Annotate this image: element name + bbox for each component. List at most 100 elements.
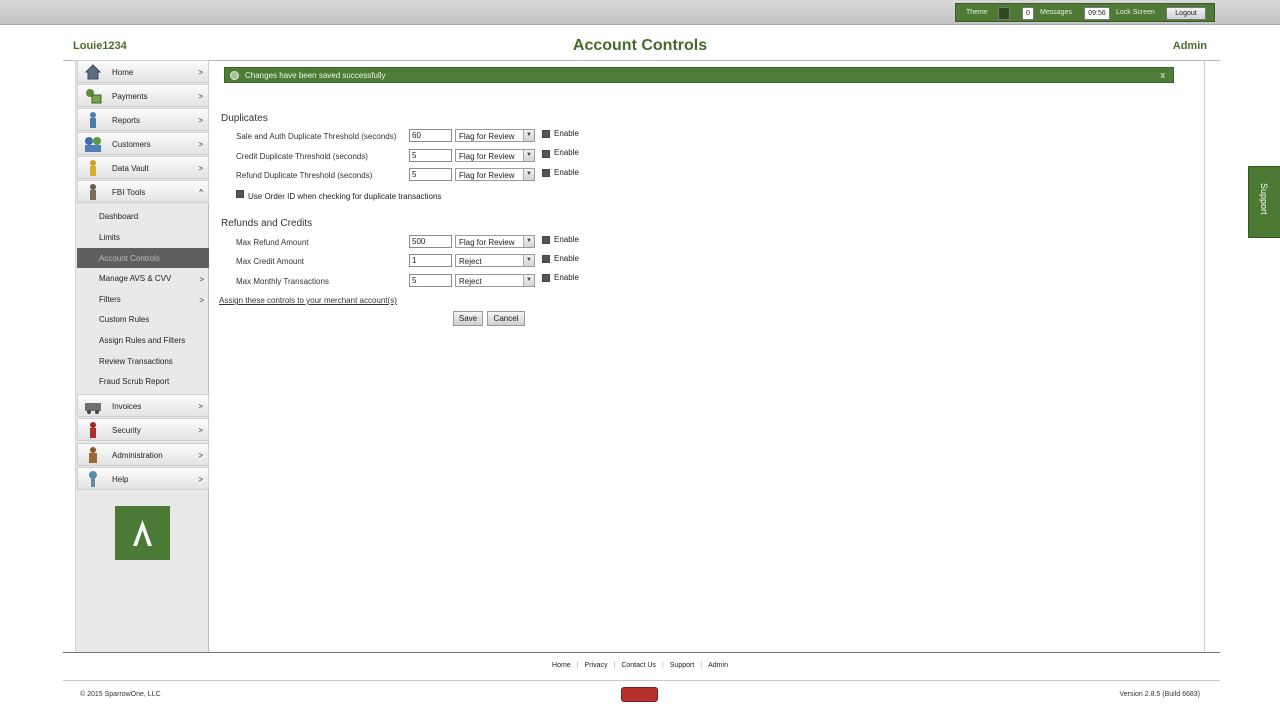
sidebar-subitem-custom-rules[interactable]: Custom Rules — [77, 309, 209, 329]
sidebar-item-label: Data Vault — [112, 164, 149, 173]
sale-auth-action-select[interactable]: Flag for Review ▼ — [455, 129, 535, 142]
sidebar-item-invoices[interactable]: Invoices > — [77, 394, 209, 417]
enable-label: Enable — [554, 254, 579, 263]
credit-threshold-input[interactable] — [409, 149, 452, 162]
sidebar-item-help[interactable]: Help > — [77, 467, 209, 490]
fbi-tools-icon — [90, 184, 96, 200]
sale-auth-threshold-input[interactable] — [409, 129, 452, 142]
use-order-id-checkbox[interactable] — [236, 190, 244, 198]
refund-threshold-label: Refund Duplicate Threshold (seconds) — [236, 171, 373, 180]
topbar-controls: Theme 0 Messages 09:56 Lock Screen Logou… — [955, 3, 1215, 22]
sidebar-subitem-label: Account Controls — [99, 254, 160, 263]
theme-swatch[interactable] — [998, 7, 1010, 20]
sidebar-subitem-account-controls[interactable]: Account Controls — [77, 248, 209, 268]
save-button[interactable]: Save — [453, 311, 483, 326]
refund-enable-checkbox[interactable] — [542, 169, 550, 177]
footer-link-privacy[interactable]: Privacy — [579, 662, 614, 669]
credit-action-select[interactable]: Flag for Review ▼ — [455, 149, 535, 162]
sidebar-subitem-review-transactions[interactable]: Review Transactions — [77, 351, 209, 371]
chevron-right-icon: > — [198, 475, 203, 484]
sidebar-subitem-dashboard[interactable]: Dashboard — [77, 206, 209, 226]
max-credit-action-select[interactable]: Reject ▼ — [455, 254, 535, 267]
chevron-down-icon: ▼ — [523, 169, 534, 180]
support-tab[interactable]: Support — [1248, 166, 1280, 238]
max-monthly-label: Max Monthly Transactions — [236, 277, 329, 286]
payments-icon — [86, 89, 102, 104]
sidebar-subitem-label: Dashboard — [99, 212, 139, 221]
sidebar-subitem-label: Fraud Scrub Report — [99, 377, 170, 386]
sidebar-subitem-label: Assign Rules and Filters — [99, 336, 186, 345]
sidebar-item-customers[interactable]: Customers > — [77, 132, 209, 155]
credit-enable-checkbox[interactable] — [542, 150, 550, 158]
close-icon[interactable]: x — [1161, 70, 1166, 80]
footer-link-home[interactable]: Home — [546, 662, 577, 669]
reports-icon — [90, 112, 96, 128]
sidebar-subitem-filters[interactable]: Filters > — [77, 289, 209, 309]
select-value: Flag for Review — [459, 152, 515, 161]
security-icon — [90, 422, 96, 438]
data-vault-icon — [90, 160, 96, 176]
footer-link-contact[interactable]: Contact Us — [615, 662, 662, 669]
invoices-icon — [85, 403, 101, 414]
footer-divider-bottom — [63, 680, 1220, 681]
page-title: Account Controls — [572, 37, 708, 54]
sidebar-item-reports[interactable]: Reports > — [77, 108, 209, 131]
header-divider — [63, 60, 1220, 61]
sidebar-subitem-label: Manage AVS & CVV — [99, 274, 172, 283]
sidebar-item-payments[interactable]: Payments > — [77, 84, 209, 107]
chevron-right-icon: > — [198, 116, 203, 125]
refund-action-select[interactable]: Flag for Review ▼ — [455, 168, 535, 181]
sidebar-subitem-manage-avs-cvv[interactable]: Manage AVS & CVV > — [77, 268, 209, 288]
sidebar-item-label: Reports — [112, 116, 141, 125]
max-monthly-action-select[interactable]: Reject ▼ — [455, 274, 535, 287]
sidebar-item-data-vault[interactable]: Data Vault > — [77, 156, 209, 179]
refund-threshold-input[interactable] — [409, 168, 452, 181]
enable-label: Enable — [554, 273, 579, 282]
sidebar-item-label: Invoices — [112, 402, 142, 411]
messages-label[interactable]: Messages — [1040, 9, 1072, 16]
sidebar-subitem-label: Review Transactions — [99, 357, 173, 366]
max-refund-action-select[interactable]: Flag for Review ▼ — [455, 235, 535, 248]
logout-button[interactable]: Logout — [1166, 7, 1206, 20]
lock-screen-link[interactable]: Lock Screen — [1116, 9, 1155, 16]
max-refund-enable-checkbox[interactable] — [542, 236, 550, 244]
customers-icon — [85, 137, 101, 152]
sidebar-item-administration[interactable]: Administration > — [77, 443, 209, 466]
cancel-button[interactable]: Cancel — [487, 311, 525, 326]
max-monthly-input[interactable] — [409, 274, 452, 287]
sidebar-subitem-label: Filters — [99, 295, 121, 304]
support-tab-label: Support — [1259, 183, 1269, 215]
use-order-id-label: Use Order ID when checking for duplicate… — [248, 192, 442, 201]
sidebar-subitem-fraud-scrub-report[interactable]: Fraud Scrub Report — [77, 371, 209, 391]
max-credit-label: Max Credit Amount — [236, 257, 305, 266]
success-message: Changes have been saved successfully — [245, 71, 386, 80]
sale-auth-enable-checkbox[interactable] — [542, 130, 550, 138]
chevron-down-icon: ▼ — [523, 255, 534, 266]
sidebar-item-fbi-tools[interactable]: FBI Tools ^ — [77, 180, 209, 203]
sidebar-item-label: Home — [112, 68, 134, 77]
max-monthly-enable-checkbox[interactable] — [542, 274, 550, 282]
footer-link-support[interactable]: Support — [664, 662, 701, 669]
assign-controls-link[interactable]: Assign these controls to your merchant a… — [219, 296, 397, 305]
select-value: Flag for Review — [459, 238, 515, 247]
chevron-right-icon: > — [198, 68, 203, 77]
company-logo — [115, 506, 170, 560]
footer-link-admin[interactable]: Admin — [702, 662, 734, 669]
enable-label: Enable — [554, 168, 579, 177]
select-value: Flag for Review — [459, 132, 515, 141]
sidebar-subitem-assign-rules[interactable]: Assign Rules and Filters — [77, 330, 209, 350]
select-value: Reject — [459, 277, 482, 286]
sidebar-subitem-limits[interactable]: Limits — [77, 227, 209, 247]
chevron-down-icon: ▼ — [523, 275, 534, 286]
messages-count[interactable]: 0 — [1022, 7, 1034, 20]
max-refund-input[interactable] — [409, 235, 452, 248]
sidebar-item-label: FBI Tools — [112, 188, 146, 197]
chevron-right-icon: > — [198, 451, 203, 460]
sidebar-item-security[interactable]: Security > — [77, 418, 209, 441]
enable-label: Enable — [554, 129, 579, 138]
sidebar-item-home[interactable]: Home > — [77, 60, 209, 83]
max-refund-label: Max Refund Amount — [236, 238, 309, 247]
chevron-right-icon: > — [198, 402, 203, 411]
max-credit-enable-checkbox[interactable] — [542, 255, 550, 263]
max-credit-input[interactable] — [409, 254, 452, 267]
